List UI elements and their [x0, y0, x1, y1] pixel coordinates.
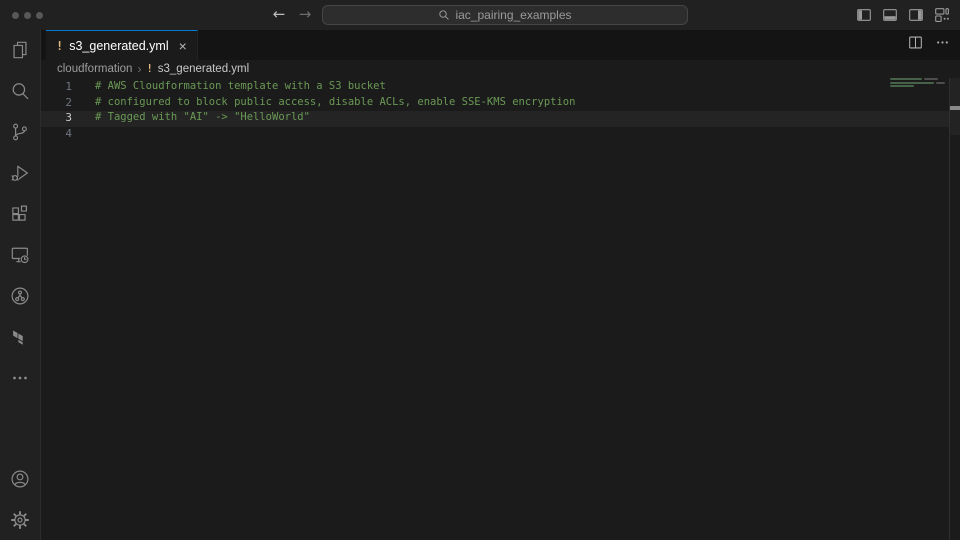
- code-line[interactable]: 4: [41, 126, 960, 142]
- command-center-text: iac_pairing_examples: [455, 8, 571, 22]
- terraform-icon: [9, 326, 31, 348]
- remote-explorer-icon: [9, 244, 31, 266]
- window-controls: [12, 12, 43, 19]
- git-branch-icon: [9, 121, 31, 143]
- toggle-panel-icon[interactable]: [882, 7, 898, 23]
- files-icon: [9, 39, 31, 61]
- cursor-position-marker: [950, 106, 960, 110]
- customize-layout-icon[interactable]: [934, 7, 950, 23]
- code-text: # AWS Cloudformation template with a S3 …: [95, 79, 386, 95]
- search-icon: [9, 80, 31, 102]
- split-editor-icon[interactable]: [908, 35, 923, 55]
- settings-button[interactable]: [8, 508, 32, 532]
- code-text: # configured to block public access, dis…: [95, 95, 575, 111]
- remote-explorer-button[interactable]: [8, 243, 32, 267]
- line-number: 3: [41, 110, 72, 126]
- tab-label: s3_generated.yml: [69, 39, 168, 53]
- window-control-dot[interactable]: [12, 12, 19, 19]
- yaml-file-icon: !: [56, 39, 63, 53]
- gear-icon: [9, 509, 31, 531]
- overview-ruler-scrollbar[interactable]: [949, 78, 960, 540]
- accounts-button[interactable]: [8, 467, 32, 491]
- activity-bar-bottom: [8, 467, 32, 532]
- source-control-button[interactable]: [8, 120, 32, 144]
- layout-controls: [856, 7, 950, 23]
- activity-bar-top: [8, 38, 32, 390]
- tab-actions: [908, 30, 950, 60]
- nav-back-icon[interactable]: ←: [268, 0, 290, 30]
- tab-s3-generated-yml[interactable]: ! s3_generated.yml ×: [46, 30, 198, 60]
- search-icon: [438, 9, 450, 21]
- extensions-button[interactable]: [8, 202, 32, 226]
- titlebar: ← → iac_pairing_examples: [0, 0, 960, 30]
- editor-more-actions-icon[interactable]: [935, 35, 950, 55]
- code-line[interactable]: 2 # configured to block public access, d…: [41, 95, 960, 111]
- debug-play-icon: [9, 162, 31, 184]
- account-icon: [9, 468, 31, 490]
- vscode-window: ← → iac_pairing_examples: [0, 0, 960, 540]
- toggle-primary-sidebar-icon[interactable]: [856, 7, 872, 23]
- git-graph-button[interactable]: [8, 284, 32, 308]
- tab-close-icon[interactable]: ×: [179, 39, 187, 53]
- run-and-debug-button[interactable]: [8, 161, 32, 185]
- breadcrumb: cloudformation › ! s3_generated.yml: [41, 60, 960, 78]
- yaml-file-icon: !: [146, 63, 152, 75]
- breadcrumb-file[interactable]: s3_generated.yml: [158, 63, 249, 75]
- extensions-icon: [9, 203, 31, 225]
- window-control-dot[interactable]: [24, 12, 31, 19]
- explorer-button[interactable]: [8, 38, 32, 62]
- line-number: 1: [41, 79, 72, 95]
- ellipsis-icon: [9, 367, 31, 389]
- code-line[interactable]: 1 # AWS Cloudformation template with a S…: [41, 79, 960, 95]
- line-number: 4: [41, 126, 72, 142]
- code-text: # Tagged with "AI" -> "HelloWorld": [95, 110, 310, 126]
- tab-bar: ! s3_generated.yml ×: [41, 30, 960, 60]
- search-button[interactable]: [8, 79, 32, 103]
- nav-forward-icon[interactable]: →: [294, 0, 316, 30]
- chevron-right-icon: ›: [137, 62, 141, 76]
- activity-bar: [0, 30, 41, 540]
- breadcrumb-folder[interactable]: cloudformation: [57, 63, 132, 75]
- code-rows: 1 # AWS Cloudformation template with a S…: [41, 78, 960, 141]
- terraform-button[interactable]: [8, 325, 32, 349]
- command-center[interactable]: iac_pairing_examples: [322, 5, 688, 25]
- git-graph-icon: [9, 285, 31, 307]
- window-control-dot[interactable]: [36, 12, 43, 19]
- toggle-secondary-sidebar-icon[interactable]: [908, 7, 924, 23]
- code-line-active[interactable]: 3 # Tagged with "AI" -> "HelloWorld": [41, 110, 960, 126]
- more-views-button[interactable]: [8, 366, 32, 390]
- line-number: 2: [41, 95, 72, 111]
- code-editor[interactable]: 1 # AWS Cloudformation template with a S…: [41, 78, 960, 540]
- minimap[interactable]: [890, 78, 948, 138]
